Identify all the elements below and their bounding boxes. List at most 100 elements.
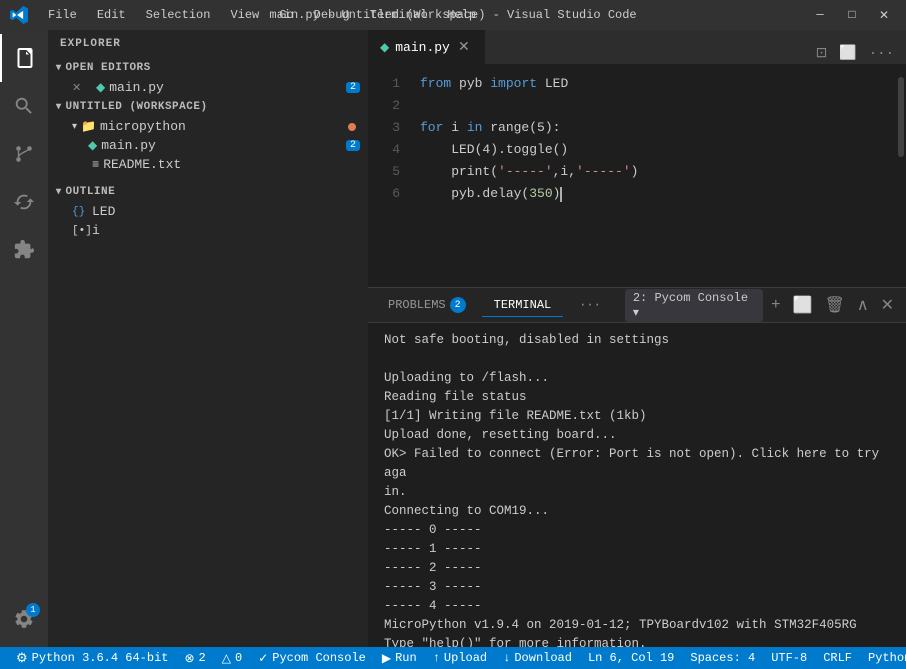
tab-problems[interactable]: PROBLEMS 2 <box>376 293 478 317</box>
tab-actions: ⊡ ⬜ ··· <box>804 43 906 64</box>
activity-extensions[interactable] <box>0 226 48 274</box>
code-editor[interactable]: 1 2 3 4 5 6 from pyb import LED for i in… <box>368 65 906 287</box>
outline-label: Outline <box>66 186 116 198</box>
download-icon: ↓ <box>503 651 510 665</box>
status-errors[interactable]: ⊗ 2 <box>176 647 213 669</box>
open-editors-chevron: ▾ <box>56 62 62 74</box>
term-line-13: ----- 4 ----- <box>384 597 890 616</box>
activity-settings-btn[interactable]: 1 <box>0 595 48 643</box>
code-line-5: print('-----',i,'-----') <box>420 161 896 183</box>
code-line-4: LED(4).toggle() <box>420 139 896 161</box>
status-upload[interactable]: ↑ Upload <box>425 647 495 669</box>
console-selector[interactable]: 2: Pycom Console ▾ <box>625 289 763 322</box>
open-editors-label: Open Editors <box>66 62 151 74</box>
activity-search[interactable] <box>0 82 48 130</box>
workspace-label: Untitled (Workspace) <box>66 101 208 113</box>
status-eol[interactable]: CRLF <box>815 651 860 665</box>
py-file-icon: ◆ <box>96 80 105 95</box>
file-txt-icon: ≡ <box>92 158 99 172</box>
term-line-6: OK> Failed to connect (Error: Port is no… <box>384 445 890 483</box>
status-python-version[interactable]: ⚙ Python 3.6.4 64-bit <box>8 647 176 669</box>
outline-i[interactable]: [•] i <box>48 221 368 240</box>
toggle-layout-button[interactable]: ⬜ <box>835 43 860 64</box>
vscode-logo <box>10 6 28 24</box>
file-readme[interactable]: ≡ README.txt <box>48 155 368 174</box>
modified-dot <box>348 123 356 131</box>
maximize-button[interactable]: □ <box>840 3 864 27</box>
run-icon: ▶ <box>382 651 391 666</box>
sidebar: Explorer ▾ Open Editors ✕ ◆ main.py 2 ▾ … <box>48 30 368 647</box>
tab-more[interactable]: ··· <box>567 294 613 316</box>
close-panel-button[interactable]: ✕ <box>877 293 898 317</box>
status-download[interactable]: ↓ Download <box>495 647 580 669</box>
workspace-section[interactable]: ▾ Untitled (Workspace) <box>48 97 368 117</box>
activity-bar: 1 <box>0 30 48 647</box>
open-editor-filename: main.py <box>109 80 164 95</box>
code-line-3: for i in range(5): <box>420 117 896 139</box>
minimize-button[interactable]: ─ <box>808 3 832 27</box>
download-label: Download <box>514 651 572 665</box>
status-warnings[interactable]: △ 0 <box>214 647 250 669</box>
open-editors-section[interactable]: ▾ Open Editors <box>48 58 368 78</box>
python-version-label: Python 3.6.4 64-bit <box>32 651 169 665</box>
menu-file[interactable]: File <box>40 6 85 24</box>
main-layout: 1 Explorer ▾ Open Editors ✕ ◆ main.py 2 … <box>0 30 906 647</box>
tab-close-button[interactable]: ✕ <box>456 39 472 55</box>
split-terminal-button[interactable]: ⬜ <box>789 293 817 317</box>
tab-terminal[interactable]: TERMINAL <box>482 294 564 317</box>
file-py-icon: ◆ <box>88 138 97 153</box>
trash-terminal-button[interactable]: 🗑 <box>821 293 849 317</box>
terminal-output[interactable]: Not safe booting, disabled in settings U… <box>368 323 906 647</box>
more-panel-label: ··· <box>579 298 601 312</box>
outline-led[interactable]: {} LED <box>48 202 368 221</box>
spaces-label: Spaces: 4 <box>690 651 755 665</box>
menu-edit[interactable]: Edit <box>89 6 134 24</box>
status-pycom[interactable]: ✓ Pycom Console <box>250 647 374 669</box>
tab-file-icon: ◆ <box>380 40 389 55</box>
editor-scrollbar[interactable] <box>896 73 906 279</box>
activity-git[interactable] <box>0 130 48 178</box>
close-button[interactable]: ✕ <box>872 3 896 27</box>
file-main-py[interactable]: ◆ main.py 2 <box>48 136 368 155</box>
activity-settings: 1 <box>0 595 48 643</box>
folder-chevron: ▾ <box>72 121 77 133</box>
status-spaces[interactable]: Spaces: 4 <box>682 651 763 665</box>
settings-icon: ⚙ <box>16 651 28 666</box>
tab-main-py[interactable]: ◆ main.py ✕ <box>368 30 485 64</box>
run-label: Run <box>395 651 417 665</box>
code-line-2 <box>420 95 896 117</box>
status-language[interactable]: Python <box>860 651 906 665</box>
more-actions-button[interactable]: ··· <box>865 44 898 64</box>
term-line-5: Upload done, resetting board... <box>384 426 890 445</box>
outline-led-icon: {} <box>72 206 88 218</box>
pycom-label: Pycom Console <box>272 651 366 665</box>
folder-micropython[interactable]: ▾ 📁 micropython <box>48 117 368 136</box>
panel-actions: + ⬜ 🗑 ∧ ✕ <box>767 293 898 317</box>
error-icon: ⊗ <box>184 651 194 666</box>
activity-explorer[interactable] <box>0 34 48 82</box>
status-run[interactable]: ▶ Run <box>374 647 425 669</box>
menu-view[interactable]: View <box>222 6 267 24</box>
open-editor-main-py[interactable]: ✕ ◆ main.py 2 <box>48 78 368 97</box>
eol-label: CRLF <box>823 651 852 665</box>
window-controls: ─ □ ✕ <box>808 3 896 27</box>
activity-debug[interactable] <box>0 178 48 226</box>
outline-i-name: i <box>92 223 100 238</box>
code-content[interactable]: from pyb import LED for i in range(5): L… <box>416 73 896 279</box>
outline-i-icon: [•] <box>72 225 88 237</box>
menu-selection[interactable]: Selection <box>138 6 219 24</box>
term-line-2: Uploading to /flash... <box>384 369 890 388</box>
status-encoding[interactable]: UTF-8 <box>763 651 815 665</box>
term-line-blank <box>384 350 890 369</box>
close-editor-icon[interactable]: ✕ <box>72 81 88 95</box>
split-editor-button[interactable]: ⊡ <box>812 43 832 64</box>
tab-filename: main.py <box>395 40 450 55</box>
term-line-14: MicroPython v1.9.4 on 2019-01-12; TPYBoa… <box>384 616 890 635</box>
chevron-up-button[interactable]: ∧ <box>853 293 873 317</box>
outline-section[interactable]: ▾ Outline <box>48 182 368 202</box>
terminal-label: TERMINAL <box>494 298 552 312</box>
status-cursor-pos[interactable]: Ln 6, Col 19 <box>580 651 682 665</box>
file-main-py-name: main.py <box>101 138 156 153</box>
add-terminal-button[interactable]: + <box>767 294 785 316</box>
term-line-15: Type "help()" for more information. <box>384 635 890 647</box>
